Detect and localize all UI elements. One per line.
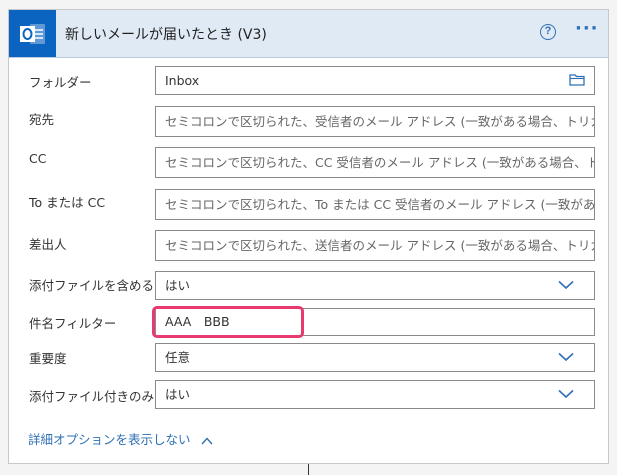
card-header[interactable]: 新しいメールが届いたとき (V3) ? ···: [9, 10, 608, 58]
importance-dropdown[interactable]: 任意: [155, 343, 595, 372]
chevron-down-icon[interactable]: [558, 280, 574, 290]
only-with-attachments-label: 添付ファイル付きのみ: [29, 389, 155, 404]
to-input[interactable]: セミコロンで区切られた、受信者のメール アドレス (一致がある場合、トリガーが発: [155, 106, 595, 137]
only-with-attachments-dropdown[interactable]: はい: [155, 380, 595, 409]
cc-label: CC: [29, 151, 47, 166]
include-attachments-label: 添付ファイルを含める: [29, 278, 155, 293]
to-placeholder: セミコロンで区切られた、受信者のメール アドレス (一致がある場合、トリガーが発: [165, 114, 595, 129]
to-label: 宛先: [29, 112, 55, 127]
from-placeholder: セミコロンで区切られた、送信者のメール アドレス (一致がある場合、トリガーが発: [165, 238, 595, 253]
outlook-icon: [9, 10, 56, 57]
importance-label: 重要度: [29, 351, 67, 366]
hide-advanced-options-link[interactable]: 詳細オプションを表示しない: [28, 429, 213, 448]
to-or-cc-label: To または CC: [29, 195, 106, 210]
subject-filter-label: 件名フィルター: [29, 316, 117, 331]
folder-field[interactable]: Inbox: [155, 66, 595, 95]
trigger-title: 新しいメールが届いたとき (V3): [65, 27, 267, 43]
only-with-attachments-value: はい: [165, 387, 191, 402]
from-label: 差出人: [29, 237, 67, 252]
hide-advanced-options-label: 詳細オプションを表示しない: [28, 432, 191, 447]
flow-connector: [308, 464, 309, 475]
cc-placeholder: セミコロンで区切られた、CC 受信者のメール アドレス (一致がある場合、トリガ…: [165, 155, 595, 170]
from-input[interactable]: セミコロンで区切られた、送信者のメール アドレス (一致がある場合、トリガーが発: [155, 230, 595, 261]
chevron-up-icon: [200, 436, 213, 444]
include-attachments-dropdown[interactable]: はい: [155, 271, 595, 300]
question-circle-icon[interactable]: ?: [540, 24, 556, 40]
to-or-cc-placeholder: セミコロンで区切られた、To または CC 受信者のメール アドレス (一致があ…: [165, 197, 595, 212]
chevron-down-icon[interactable]: [558, 352, 574, 362]
include-attachments-value: はい: [165, 278, 191, 293]
subject-filter-highlight: [152, 306, 304, 338]
folder-label: フォルダー: [29, 75, 92, 90]
to-or-cc-input[interactable]: セミコロンで区切られた、To または CC 受信者のメール アドレス (一致があ…: [155, 189, 595, 220]
trigger-card: 新しいメールが届いたとき (V3) ? ··· フォルダー Inbox 宛先 セ…: [8, 9, 609, 464]
ellipsis-icon[interactable]: ···: [575, 20, 601, 42]
chevron-down-icon[interactable]: [558, 389, 574, 399]
folder-value: Inbox: [165, 73, 200, 88]
folder-icon[interactable]: [569, 73, 585, 86]
cc-input[interactable]: セミコロンで区切られた、CC 受信者のメール アドレス (一致がある場合、トリガ…: [155, 147, 595, 178]
importance-value: 任意: [165, 350, 191, 365]
